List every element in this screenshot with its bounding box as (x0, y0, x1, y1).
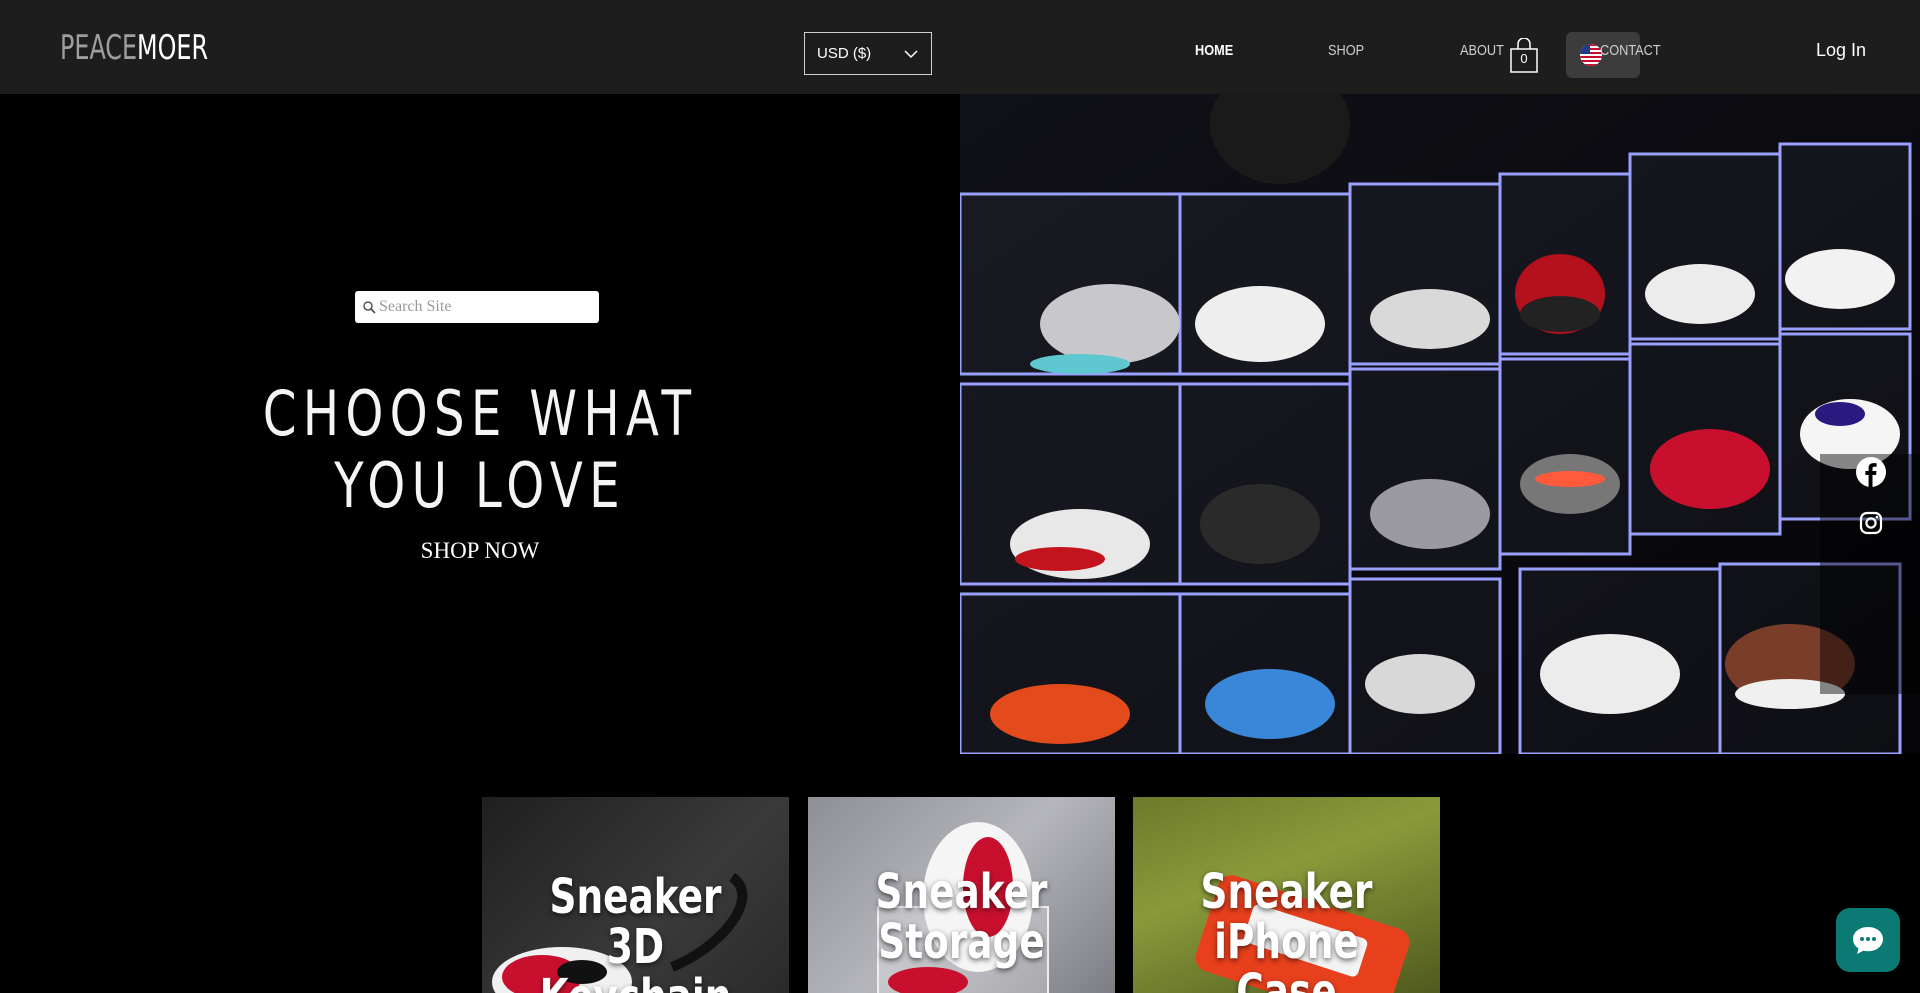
nav-contact[interactable]: CONTACT (1600, 42, 1661, 59)
currency-selector[interactable]: USD ($) (804, 32, 932, 75)
chat-button[interactable] (1836, 908, 1900, 972)
cart-count: 0 (1520, 51, 1528, 66)
card-title-line2: 3D Keychain (540, 919, 732, 993)
instagram-icon[interactable] (1856, 508, 1886, 538)
search-placeholder: Search Site (379, 298, 452, 315)
nav-about[interactable]: ABOUT (1460, 42, 1504, 59)
nav-shop[interactable]: SHOP (1328, 42, 1364, 59)
logo-part-2: MOER (137, 28, 209, 68)
search-field[interactable]: Search Site (355, 291, 599, 323)
card-title-line1: Sneaker (1200, 864, 1373, 920)
category-card-keychain[interactable]: Sneaker 3D Keychain (482, 797, 789, 993)
chevron-down-icon (904, 50, 918, 59)
hero-headline: CHOOSE WHAT YOU LOVE (262, 377, 698, 522)
card-title-line1: Sneaker (549, 869, 722, 925)
category-card-iphone-case[interactable]: Sneaker iPhone Case (1133, 797, 1440, 993)
login-link[interactable]: Log In (1816, 40, 1866, 61)
hero-image-sneaker-display (960, 94, 1920, 754)
site-header: PEACEMOER USD ($) HOME SHOP ABOUT 0 CONT… (0, 0, 1920, 94)
chat-bubble-icon (1853, 927, 1883, 954)
nav-home[interactable]: HOME (1195, 42, 1233, 59)
currency-value: USD ($) (817, 45, 872, 62)
facebook-icon[interactable] (1856, 457, 1886, 487)
card-title-line1: Sneaker (875, 864, 1048, 920)
category-card-storage[interactable]: Sneaker Storage (808, 797, 1115, 993)
shop-now-button[interactable]: SHOP NOW (380, 538, 580, 564)
site-logo[interactable]: PEACEMOER (60, 28, 208, 68)
search-icon (363, 301, 376, 314)
card-title-line2: Storage (878, 914, 1045, 970)
cart-button[interactable]: 0 (1510, 37, 1538, 74)
card-title-line2: iPhone Case (1214, 914, 1359, 993)
logo-part-1: PEACE (60, 28, 138, 68)
us-flag-icon (1580, 44, 1602, 66)
